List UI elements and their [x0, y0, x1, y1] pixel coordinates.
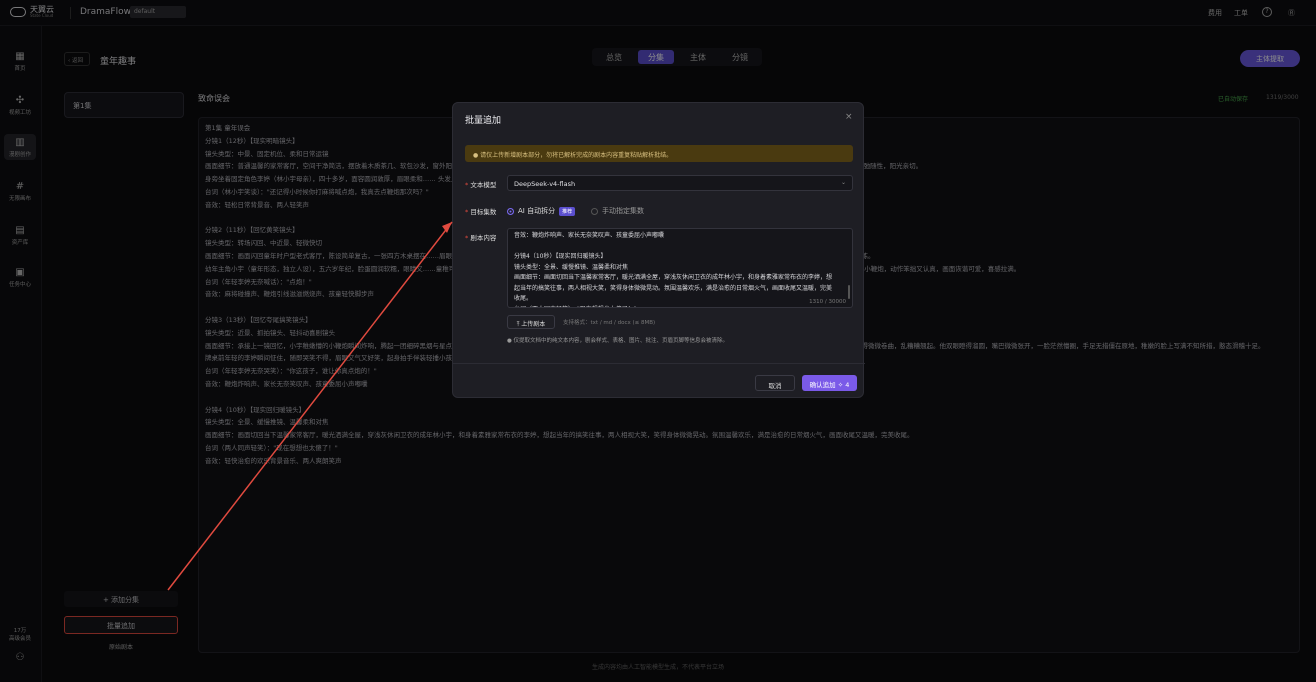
content-line [514, 242, 846, 253]
modal-footer-divider [453, 363, 865, 364]
radio-label: AI 自动拆分 [518, 207, 556, 215]
radio-label: 手动指定集数 [602, 207, 644, 215]
content-line: 台词（两人同声轻笑）："现在想想也太傻了！" [514, 305, 846, 308]
batch-add-modal: 批量追加 × ● 请仅上传新增剧本部分，勿将已解析完成的剧本内容重复粘贴解析批结… [452, 102, 865, 398]
radio-selected-icon [507, 207, 514, 215]
content-line: 收尾。 [514, 295, 533, 302]
scrollbar[interactable] [848, 285, 850, 299]
modal-title: 批量追加 [465, 116, 502, 126]
extract-hint: ● 仅提取文档中的纯文本内容，剧会样式、表格、图片、批注、页眉页脚等信息会被清除… [507, 338, 729, 344]
warning-banner: ● 请仅上传新增剧本部分，勿将已解析完成的剧本内容重复粘贴解析批结。 [465, 145, 853, 162]
script-content-textarea[interactable]: 音效：鞭炮炸响声、家长无奈笑叹声、孩童委屈小声嘟囔 分镜4（10秒）【现实回归暖镜… [507, 228, 853, 308]
model-select[interactable]: DeepSeek-v4-flash ⌄ [507, 175, 853, 191]
content-line: 音效：鞭炮炸响声、家长无奈笑叹声、孩童委屈小声嘟囔 [514, 232, 665, 239]
close-icon[interactable]: × [845, 112, 853, 122]
content-line: 镜头类型：全景、缓慢推镜、温馨柔和对焦 [514, 263, 629, 271]
content-counter: 1310 / 30000 [809, 299, 846, 305]
content-line: 起当年的搞笑往事，两人相视大笑，笑得身体微微晃动。氛围温馨欢乐，满是治愈的日常烟… [514, 284, 833, 292]
supported-formats: 支持格式：txt / md / docx (≤ 8MB) [563, 320, 656, 326]
content-line: 画面细节：画面切回当下温馨家常客厅，暖光洒满全屋，穿浅灰休闲卫衣的成年林小宇，和… [514, 274, 833, 281]
confirm-append-button[interactable]: 确认追加 ✧ 4 [802, 375, 857, 391]
upload-script-button[interactable]: ⤒ 上传剧本 [507, 315, 555, 329]
chevron-down-icon: ⌄ [840, 179, 846, 186]
target-label: * 目标集数 [465, 208, 497, 216]
content-label: * 剧本内容 [465, 234, 497, 242]
recommend-badge: 推荐 [559, 206, 576, 216]
content-line: 分镜4（10秒）【现实回归暖镜头】 [514, 253, 607, 260]
cancel-button[interactable]: 取消 [755, 375, 795, 391]
radio-manual[interactable]: 手动指定集数 [591, 206, 644, 216]
model-label: * 文本模型 [465, 181, 497, 189]
radio-ai-split[interactable]: AI 自动拆分 推荐 [507, 206, 576, 216]
radio-unselected-icon [591, 207, 598, 215]
model-value: DeepSeek-v4-flash [514, 180, 576, 188]
